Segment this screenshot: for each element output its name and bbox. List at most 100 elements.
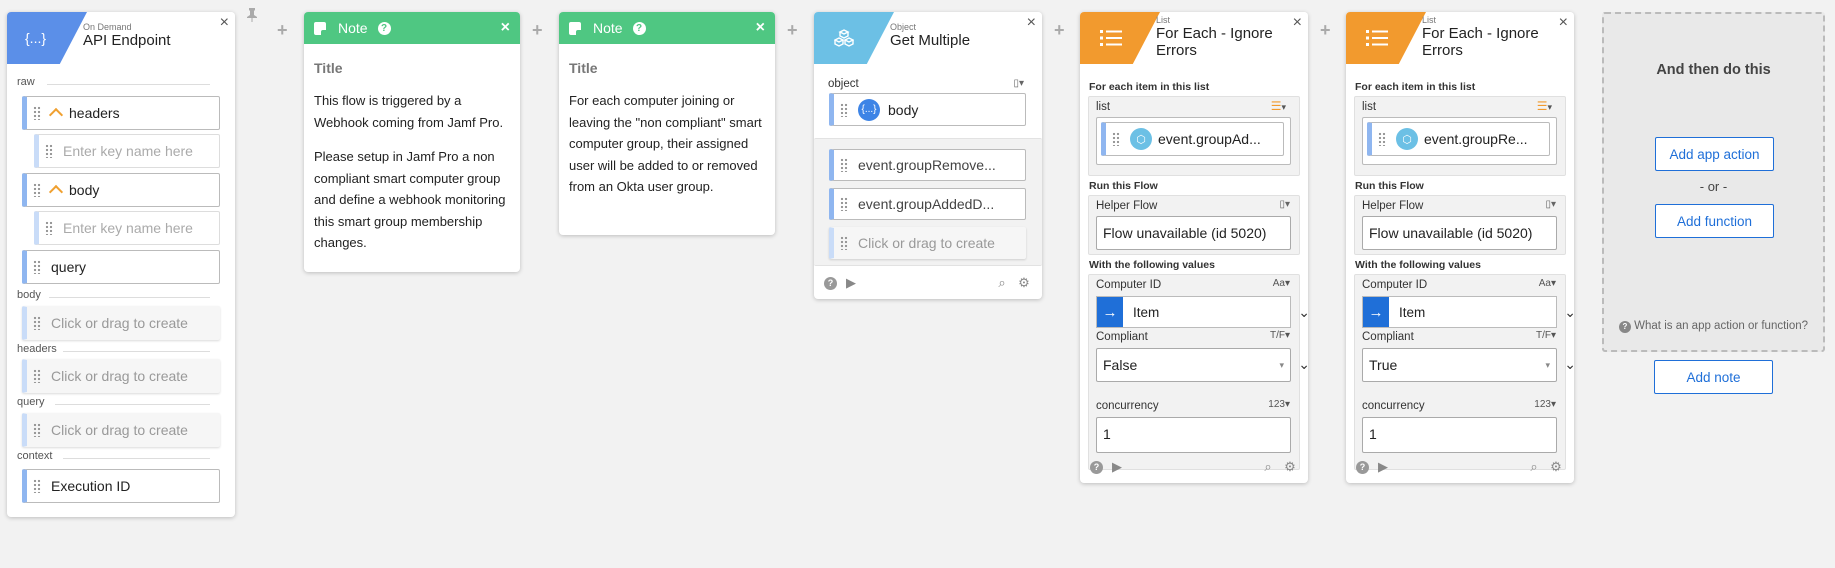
add-step-icon[interactable]: +	[1320, 20, 1331, 41]
help-icon[interactable]: ?	[1090, 460, 1103, 474]
chevron-down-icon[interactable]: ⌄	[1564, 356, 1576, 373]
headers-create-placeholder[interactable]: Click or drag to create	[22, 359, 220, 393]
add-app-action-button[interactable]: Add app action	[1655, 137, 1774, 171]
boolean-type-icon[interactable]: T/F▾	[1536, 330, 1556, 341]
list-type-icon[interactable]: ☰▾	[1537, 99, 1552, 113]
boolean-type-icon[interactable]: T/F▾	[1270, 330, 1290, 341]
help-icon[interactable]: ?	[1356, 460, 1369, 474]
drag-handle-icon[interactable]	[33, 369, 41, 383]
gear-icon[interactable]: ⚙	[1548, 459, 1564, 475]
add-note-button[interactable]: Add note	[1654, 360, 1773, 394]
help-link[interactable]: ? What is an app action or function?	[1604, 320, 1823, 333]
create-placeholder[interactable]: Click or drag to create	[829, 227, 1026, 259]
concurrency-input[interactable]: 1	[1096, 417, 1291, 453]
drag-handle-icon[interactable]	[840, 158, 848, 172]
note-title[interactable]: Title	[559, 44, 775, 76]
note-card[interactable]: Note ? × Title This flow is triggered by…	[304, 12, 520, 272]
object-field[interactable]: {...} body	[829, 93, 1026, 126]
list-value-field[interactable]: ⬡ event.groupRe...	[1367, 122, 1550, 156]
drag-handle-icon[interactable]	[45, 144, 53, 158]
item-field[interactable]: event.groupRemove...	[829, 149, 1026, 181]
drag-handle-icon[interactable]	[33, 423, 41, 437]
for-each-card[interactable]: List For Each - Ignore Errors × For each…	[1346, 12, 1576, 483]
text-type-icon[interactable]: Aa▾	[1273, 278, 1290, 289]
list-label: list	[1096, 101, 1111, 113]
search-icon[interactable]: ⌕	[1526, 459, 1542, 475]
api-endpoint-card[interactable]: {...} On Demand API Endpoint × raw heade…	[7, 12, 235, 517]
computer-id-field[interactable]: → Item	[1362, 296, 1557, 328]
drag-handle-icon[interactable]	[840, 236, 848, 250]
drag-handle-icon[interactable]	[33, 183, 41, 197]
drag-handle-icon[interactable]	[1378, 132, 1386, 146]
chevron-up-icon[interactable]	[48, 184, 64, 200]
field-label: query	[51, 259, 87, 275]
key-name-input[interactable]: Enter key name here	[34, 211, 220, 245]
item-field[interactable]: event.groupAddedD...	[829, 188, 1026, 220]
help-icon[interactable]: ?	[824, 276, 837, 290]
chevron-down-icon[interactable]: ⌄	[1298, 356, 1310, 373]
chevron-down-icon[interactable]: ⌄	[1298, 304, 1310, 321]
body-create-placeholder[interactable]: Click or drag to create	[22, 306, 220, 340]
search-icon[interactable]: ⌕	[994, 275, 1010, 291]
list-value-field[interactable]: ⬡ event.groupAd...	[1101, 122, 1284, 156]
key-name-input[interactable]: Enter key name here	[34, 134, 220, 168]
drag-handle-icon[interactable]	[840, 102, 848, 117]
cubes-icon: ⬡	[1130, 128, 1152, 150]
close-icon[interactable]: ×	[1027, 14, 1036, 32]
for-each-card[interactable]: List For Each - Ignore Errors × For each…	[1080, 12, 1310, 483]
concurrency-input[interactable]: 1	[1362, 417, 1557, 453]
note-body[interactable]: For each computer joining or leaving the…	[559, 76, 775, 198]
text-type-icon[interactable]: Aa▾	[1539, 278, 1556, 289]
query-create-placeholder[interactable]: Click or drag to create	[22, 413, 220, 447]
cubes-icon: ⬡	[1396, 128, 1418, 150]
helper-flow-select[interactable]: Flow unavailable (id 5020)	[1362, 216, 1557, 250]
helper-flow-select[interactable]: Flow unavailable (id 5020)	[1096, 216, 1291, 250]
note-body[interactable]: This flow is triggered by a Webhook comi…	[304, 76, 520, 254]
number-type-icon[interactable]: 123▾	[1534, 399, 1556, 410]
add-step-icon[interactable]: +	[1054, 20, 1065, 41]
play-icon[interactable]: ▶	[1109, 459, 1125, 475]
note-title[interactable]: Title	[304, 44, 520, 76]
add-step-icon[interactable]: +	[787, 20, 798, 41]
headers-field[interactable]: headers	[22, 96, 220, 130]
play-icon[interactable]: ▶	[1375, 459, 1391, 475]
get-multiple-card[interactable]: Object Get Multiple × object ▯▾ {...} bo…	[814, 12, 1042, 299]
gear-icon[interactable]: ⚙	[1016, 275, 1032, 291]
drag-handle-icon[interactable]	[33, 106, 41, 120]
drag-handle-icon[interactable]	[33, 260, 41, 274]
close-icon[interactable]: ×	[1293, 14, 1302, 32]
drag-handle-icon[interactable]	[1112, 132, 1120, 146]
pin-icon[interactable]	[246, 8, 258, 25]
drag-handle-icon[interactable]	[33, 479, 41, 493]
close-icon[interactable]: ×	[220, 14, 229, 32]
clipboard-icon[interactable]: ▯▾	[1279, 199, 1290, 210]
gear-icon[interactable]: ⚙	[1282, 459, 1298, 475]
add-step-icon[interactable]: +	[532, 20, 543, 41]
help-icon[interactable]: ?	[377, 21, 391, 35]
add-function-button[interactable]: Add function	[1655, 204, 1774, 238]
drag-handle-icon[interactable]	[33, 316, 41, 330]
drag-handle-icon[interactable]	[45, 221, 53, 235]
add-step-icon[interactable]: +	[277, 20, 288, 41]
computer-id-field[interactable]: → Item	[1096, 296, 1291, 328]
clipboard-icon[interactable]: ▯▾	[1013, 78, 1024, 89]
close-icon[interactable]: ×	[756, 19, 765, 37]
number-type-icon[interactable]: 123▾	[1268, 399, 1290, 410]
search-icon[interactable]: ⌕	[1260, 459, 1276, 475]
execution-id-field[interactable]: Execution ID	[22, 469, 220, 503]
chevron-up-icon[interactable]	[48, 107, 64, 123]
card-type: On Demand	[83, 22, 132, 32]
note-card[interactable]: Note ? × Title For each computer joining…	[559, 12, 775, 235]
query-field[interactable]: query	[22, 250, 220, 284]
clipboard-icon[interactable]: ▯▾	[1545, 199, 1556, 210]
list-type-icon[interactable]: ☰▾	[1271, 99, 1286, 113]
compliant-select[interactable]: True ▾	[1362, 348, 1557, 382]
help-icon[interactable]: ?	[632, 21, 646, 35]
close-icon[interactable]: ×	[501, 19, 510, 37]
drag-handle-icon[interactable]	[840, 197, 848, 211]
play-icon[interactable]: ▶	[843, 275, 859, 291]
chevron-down-icon[interactable]: ⌄	[1564, 304, 1576, 321]
compliant-select[interactable]: False ▾	[1096, 348, 1291, 382]
close-icon[interactable]: ×	[1559, 14, 1568, 32]
body-field[interactable]: body	[22, 173, 220, 207]
